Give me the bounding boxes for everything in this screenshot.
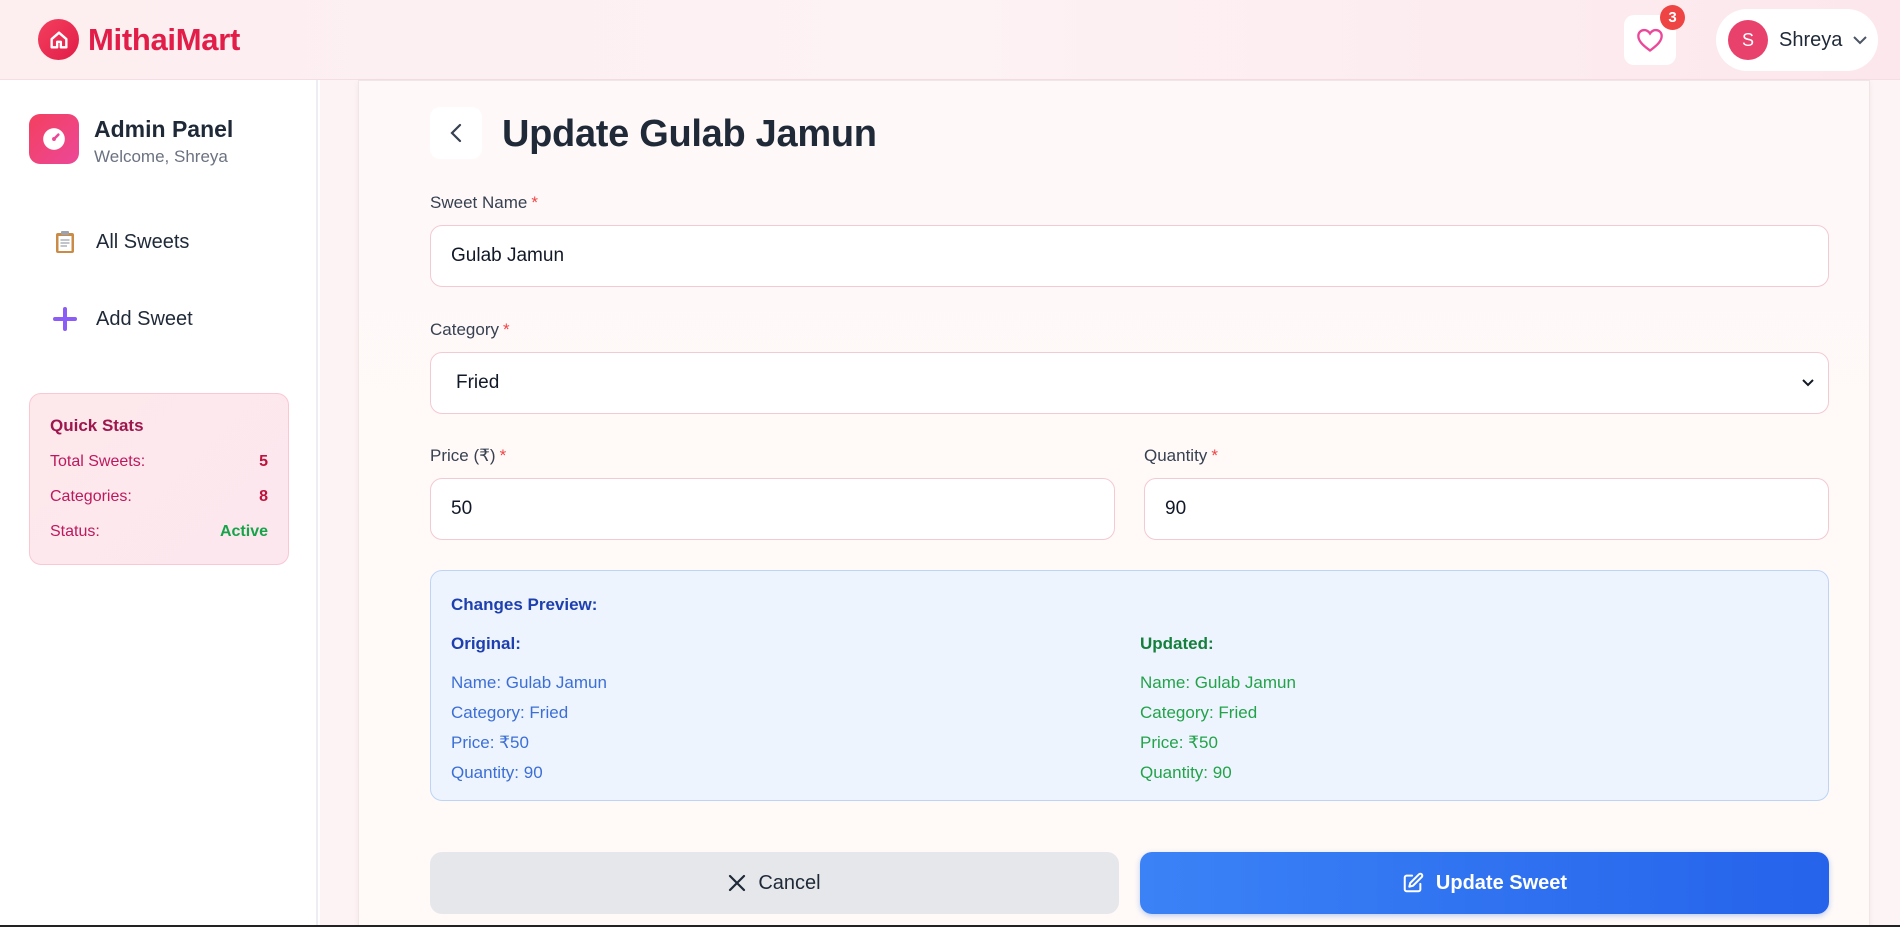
home-icon bbox=[38, 19, 79, 60]
cancel-label: Cancel bbox=[758, 871, 821, 894]
user-menu-button[interactable]: S Shreya bbox=[1716, 9, 1878, 71]
input-value: 50 bbox=[451, 498, 473, 519]
sidebar-item-label: Add Sweet bbox=[96, 307, 193, 330]
top-header: MithaiMart 3 S Shreya bbox=[0, 0, 1900, 80]
quick-stats-title: Quick Stats bbox=[50, 416, 144, 435]
quick-stats-card: Quick Stats Total Sweets: 5 Categories: … bbox=[29, 393, 289, 565]
preview-line: Price: ₹50 bbox=[1140, 733, 1218, 752]
preview-line: Quantity: 90 bbox=[451, 763, 543, 782]
admin-panel-header: Admin Panel Welcome, Shreya bbox=[29, 114, 233, 167]
label-text: Quantity bbox=[1144, 446, 1208, 465]
sidebar: Admin Panel Welcome, Shreya All Sweets A… bbox=[0, 80, 318, 927]
category-label: Category * bbox=[430, 320, 510, 340]
wishlist-count-badge: 3 bbox=[1660, 5, 1685, 30]
chevron-down-icon bbox=[1802, 379, 1814, 387]
preview-line: Name: Gulab Jamun bbox=[1140, 673, 1296, 692]
input-value: 90 bbox=[1165, 498, 1187, 519]
brand-link[interactable]: MithaiMart bbox=[38, 19, 240, 60]
sidebar-item-label: All Sweets bbox=[96, 230, 190, 253]
price-label: Price (₹) * bbox=[430, 446, 506, 466]
changes-preview: Changes Preview: Original: Name: Gulab J… bbox=[430, 570, 1829, 801]
close-icon bbox=[728, 874, 746, 892]
avatar: S bbox=[1728, 20, 1768, 60]
cancel-button[interactable]: Cancel bbox=[430, 852, 1119, 914]
stat-value: 8 bbox=[259, 487, 268, 505]
preview-line: Category: Fried bbox=[1140, 703, 1258, 722]
heart-icon bbox=[1636, 27, 1664, 53]
required-mark: * bbox=[502, 320, 510, 339]
sidebar-item-add-sweet[interactable]: Add Sweet bbox=[50, 307, 193, 331]
status-badge: Active bbox=[219, 522, 268, 540]
preview-line: Name: Gulab Jamun bbox=[451, 673, 607, 692]
welcome-text: Welcome, Shreya bbox=[94, 147, 228, 166]
dashboard-icon bbox=[29, 114, 79, 164]
back-button[interactable] bbox=[430, 107, 482, 159]
preview-original-head: Original: bbox=[451, 634, 521, 653]
preview-updated: Updated: Name: Gulab Jamun Category: Fri… bbox=[1140, 634, 1296, 788]
required-mark: * bbox=[531, 193, 538, 212]
required-mark: * bbox=[499, 446, 507, 465]
update-label: Update Sweet bbox=[1435, 871, 1568, 894]
update-sweet-button[interactable]: Update Sweet bbox=[1140, 852, 1829, 914]
stat-label: Status: bbox=[50, 522, 100, 540]
chevron-left-icon bbox=[449, 122, 463, 144]
label-text: Category bbox=[430, 320, 499, 339]
input-value: Gulab Jamun bbox=[451, 245, 565, 266]
label-text: Price (₹) bbox=[430, 446, 496, 465]
stat-row-total-sweets: Total Sweets: 5 bbox=[50, 444, 268, 479]
preview-line: Category: Fried bbox=[451, 703, 569, 722]
preview-original: Original: Name: Gulab Jamun Category: Fr… bbox=[451, 634, 607, 788]
edit-icon bbox=[1402, 872, 1424, 894]
stat-value: 5 bbox=[259, 452, 268, 470]
required-mark: * bbox=[1211, 446, 1218, 465]
admin-panel-title: Admin Panel bbox=[94, 116, 234, 142]
sidebar-item-all-sweets[interactable]: All Sweets bbox=[50, 230, 189, 254]
stat-label: Total Sweets: bbox=[50, 452, 146, 470]
preview-updated-head: Updated: bbox=[1140, 634, 1214, 653]
category-select[interactable]: Fried bbox=[430, 352, 1829, 414]
plus-icon bbox=[50, 307, 80, 331]
quantity-input[interactable]: 90 bbox=[1144, 478, 1829, 540]
stat-label: Categories: bbox=[50, 487, 132, 505]
preview-title: Changes Preview: bbox=[451, 595, 598, 614]
clipboard-icon bbox=[50, 230, 80, 254]
preview-line: Price: ₹50 bbox=[451, 733, 529, 752]
stat-row-status: Status: Active bbox=[50, 514, 268, 549]
select-value: Fried bbox=[456, 372, 500, 393]
user-name: Shreya bbox=[1779, 28, 1843, 51]
preview-line: Quantity: 90 bbox=[1140, 763, 1232, 782]
sweet-name-label: Sweet Name * bbox=[430, 193, 538, 213]
page-title: Update Gulab Jamun bbox=[502, 113, 877, 155]
brand-name: MithaiMart bbox=[88, 21, 241, 57]
price-input[interactable]: 50 bbox=[430, 478, 1115, 540]
label-text: Sweet Name bbox=[430, 193, 528, 212]
sweet-name-input[interactable]: Gulab Jamun bbox=[430, 225, 1829, 287]
chevron-down-icon bbox=[1852, 35, 1868, 45]
stat-row-categories: Categories: 8 bbox=[50, 479, 268, 514]
quantity-label: Quantity * bbox=[1144, 446, 1218, 466]
